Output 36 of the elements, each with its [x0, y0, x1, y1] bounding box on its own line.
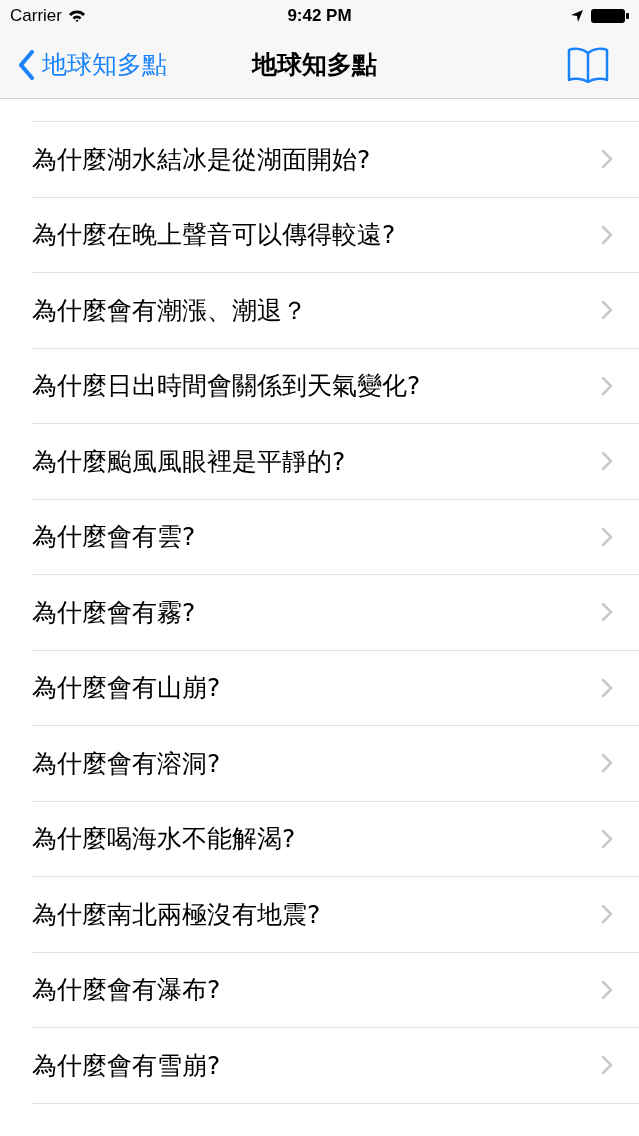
chevron-icon	[601, 979, 613, 1000]
list-row[interactable]: 為什麼會有瀑布?	[32, 951, 639, 1027]
list-row[interactable]: 為什麼南北兩極沒有地震?	[32, 876, 639, 952]
chevron-icon	[601, 149, 613, 170]
chevron-icon	[601, 828, 613, 849]
chevron-icon	[601, 753, 613, 774]
chevron-icon	[601, 1055, 613, 1076]
list-row[interactable]: 為什麼會有雪崩?	[32, 1027, 639, 1103]
status-time: 9:42 PM	[287, 5, 352, 28]
list-row[interactable]: 為什麼喝海水不能解渴?	[32, 800, 639, 876]
chevron-icon	[601, 300, 613, 321]
list-row[interactable]: 為什麼會有山崩?	[32, 649, 639, 725]
list-row[interactable]: 為什麼會有雲?	[32, 498, 639, 574]
carrier-label: Carrier	[10, 5, 62, 28]
list-row[interactable]: 為什麼會有溶洞?	[32, 725, 639, 801]
chevron-icon	[601, 602, 613, 623]
list-row[interactable]: 為什麼會有霧?	[32, 574, 639, 650]
book-button[interactable]	[567, 47, 609, 83]
wifi-icon	[67, 9, 86, 23]
chevron-icon	[601, 904, 613, 925]
list-row[interactable]: 為什麼日出時間會關係到天氣變化?	[32, 347, 639, 423]
list-row[interactable]: 為什麼會有潮漲、潮退？	[32, 272, 639, 348]
chevron-icon	[601, 526, 613, 547]
chevron-icon	[601, 451, 613, 472]
chevron-icon	[601, 224, 613, 245]
list-row[interactable]: 為什麼在晚上聲音可以傳得較遠?	[32, 196, 639, 272]
back-button[interactable]: 地球知多點	[18, 46, 167, 84]
list-row[interactable]: 為什麼颱風風眼裡是平靜的?	[32, 423, 639, 499]
back-chevron-icon	[18, 50, 34, 80]
location-arrow-icon	[571, 10, 583, 22]
nav-title: 地球知多點	[252, 49, 377, 82]
list-row[interactable]: 為什麼湖水結冰是從湖面開始?	[32, 121, 639, 197]
chevron-icon	[601, 375, 613, 396]
book-icon	[567, 47, 609, 83]
chevron-icon	[601, 677, 613, 698]
battery-icon	[591, 8, 629, 24]
